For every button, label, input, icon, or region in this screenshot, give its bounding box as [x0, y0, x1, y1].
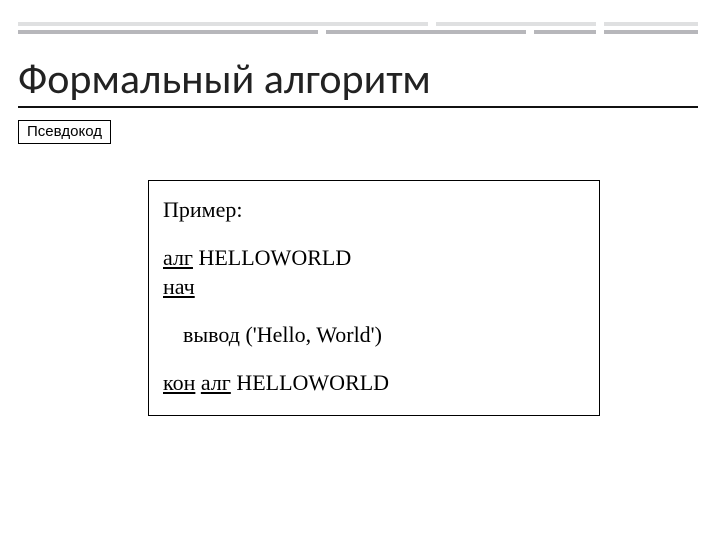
example-panel: Пример: алг HELLOWORLD нач вывод ('Hello…	[148, 180, 600, 416]
deco-bar	[604, 30, 698, 34]
kw-alg2: алг	[201, 370, 231, 395]
header-decoration	[18, 22, 698, 36]
deco-bar	[326, 30, 526, 34]
kw-end: кон	[163, 370, 195, 395]
alg-name2: HELLOWORLD	[231, 370, 389, 395]
slide: Формальный алгоритм Псевдокод Пример: ал…	[0, 0, 720, 540]
page-title: Формальный алгоритм	[18, 58, 698, 108]
deco-bar	[18, 22, 428, 26]
panel-heading: Пример:	[163, 195, 583, 225]
code-line-end: кон алг HELLOWORLD	[163, 368, 583, 398]
subtitle-tag: Псевдокод	[18, 120, 111, 144]
code-line-body: вывод ('Hello, World')	[163, 320, 583, 350]
deco-bar	[436, 22, 596, 26]
kw-begin: нач	[163, 274, 195, 299]
deco-bar	[604, 22, 698, 26]
kw-alg: алг	[163, 245, 193, 270]
code-line-alg: алг HELLOWORLD	[163, 243, 583, 273]
deco-bar	[18, 30, 318, 34]
deco-bar	[534, 30, 596, 34]
code-line-begin: нач	[163, 272, 583, 302]
alg-name: HELLOWORLD	[193, 245, 351, 270]
